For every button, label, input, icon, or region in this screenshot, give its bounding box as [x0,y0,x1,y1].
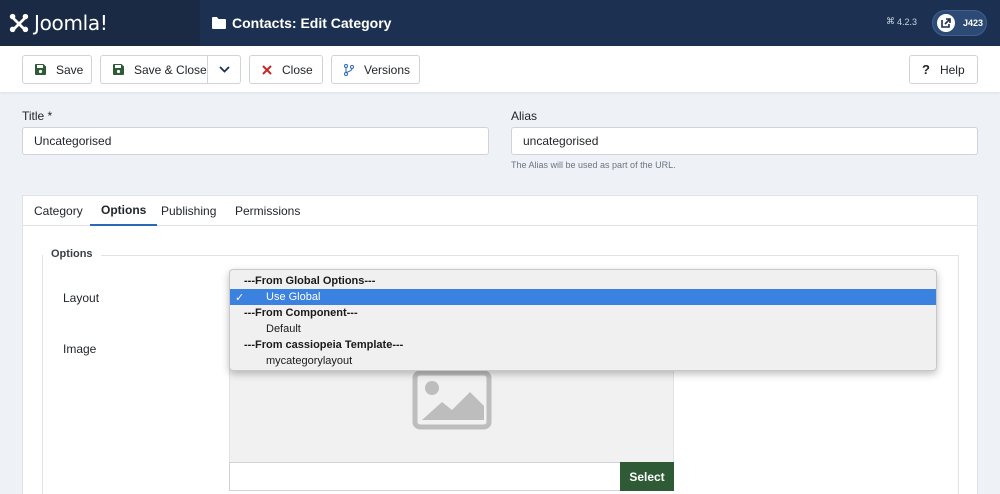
save-button[interactable]: Save [22,55,92,84]
help-button[interactable]: ? Help [909,55,978,84]
alias-hint: The Alias will be used as part of the UR… [511,160,676,170]
save-close-label: Save & Close [134,62,207,77]
code-branch-icon [344,63,354,76]
toolbar: Save Save & Close Close Versions ? Help [0,46,1000,92]
external-link-icon [937,14,955,32]
save-icon [113,64,124,75]
tab-category[interactable]: Category [34,196,83,226]
close-button[interactable]: Close [249,55,323,84]
joomla-logo-icon [9,13,29,33]
close-icon [262,64,272,75]
title-input[interactable]: Uncategorised [22,127,489,155]
image-placeholder-icon [412,370,492,430]
image-label: Image [63,342,97,356]
dropdown-group-component: ---From Component--- [244,307,358,319]
alias-input[interactable]: uncategorised [511,127,978,155]
dropdown-option-label: Use Global [266,291,321,303]
help-label: Help [939,62,965,77]
chevron-down-icon [218,66,230,73]
title-label: Title * [22,109,53,123]
tab-permissions[interactable]: Permissions [235,196,300,226]
layout-dropdown-list: ---From Global Options--- ✓ Use Global -… [229,269,937,371]
options-legend: Options [43,248,101,260]
image-select-button[interactable]: Select [620,462,674,491]
layout-label: Layout [63,291,100,305]
versions-label: Versions [364,62,411,77]
dropdown-group-template: ---From cassiopeia Template--- [244,339,404,351]
top-header: Joomla! Contacts: Edit Category ⌘ 4.2.3 … [0,0,1000,46]
version-badge: ⌘ 4.2.3 [886,16,917,27]
dropdown-option-mycategorylayout[interactable]: mycategorylayout [230,353,936,369]
page-title: Contacts: Edit Category [212,0,391,46]
tab-bar: Category Options Publishing Permissions [23,196,977,226]
page-title-text: Contacts: Edit Category [232,15,392,31]
joomla-small-icon: ⌘ [886,16,895,26]
folder-icon [212,17,226,29]
checkmark-icon: ✓ [235,291,245,304]
question-icon: ? [922,62,930,77]
alias-label: Alias [511,109,538,123]
dropdown-option-use-global[interactable]: ✓ Use Global [230,289,936,305]
close-label: Close [282,62,313,77]
tab-publishing[interactable]: Publishing [161,196,216,226]
logo[interactable]: Joomla! [0,0,200,46]
save-icon [35,64,46,75]
site-link-button[interactable]: J423 [932,10,987,36]
dropdown-option-default[interactable]: Default [230,321,936,337]
save-options-dropdown[interactable] [207,55,241,84]
logo-text: Joomla! [34,11,108,35]
image-path-input[interactable] [229,462,621,491]
save-label: Save [56,62,84,77]
site-link-label: J423 [963,18,984,28]
dropdown-group-global: ---From Global Options--- [244,275,376,287]
save-close-button[interactable]: Save & Close [100,55,208,84]
version-text: 4.2.3 [897,16,918,27]
tab-options[interactable]: Options [90,196,158,226]
versions-button[interactable]: Versions [331,55,420,84]
